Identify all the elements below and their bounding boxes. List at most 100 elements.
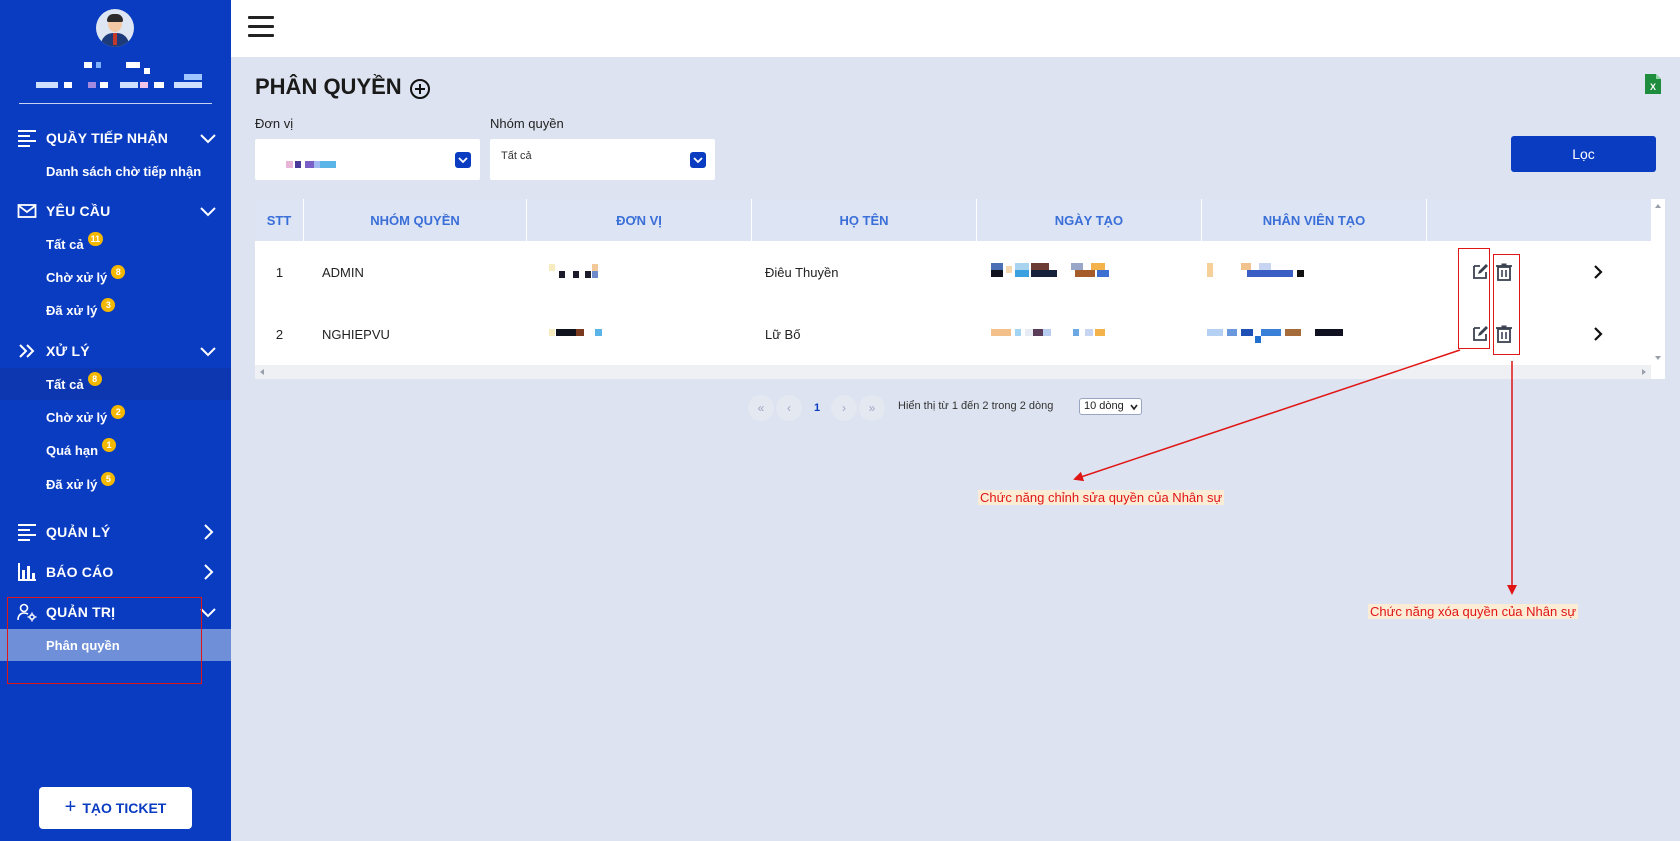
username-redacted bbox=[36, 62, 206, 90]
page-size-select[interactable]: 10 dòng bbox=[1079, 398, 1142, 415]
sidebar-divider bbox=[19, 103, 212, 104]
top-bar bbox=[231, 0, 1680, 57]
cell-name: Lữ Bố bbox=[765, 326, 801, 342]
list-icon bbox=[18, 524, 36, 541]
column-header-stt[interactable]: STT bbox=[255, 199, 304, 241]
column-header-don-vi[interactable]: ĐƠN VỊ bbox=[527, 199, 752, 241]
table-header: STT NHÓM QUYỀN ĐƠN VỊ HỌ TÊN NGÀY TẠO NH… bbox=[255, 199, 1651, 241]
page-size-value: 10 dòng bbox=[1084, 400, 1124, 412]
column-header-nhan-vien-tao[interactable]: NHÂN VIÊN TẠO bbox=[1202, 199, 1427, 241]
pagination-last-button[interactable]: » bbox=[859, 395, 885, 421]
unit-value-redacted bbox=[286, 161, 346, 168]
chevron-down-icon bbox=[1130, 404, 1138, 411]
cell-date-redacted bbox=[991, 263, 1116, 277]
cell-stt: 2 bbox=[275, 326, 284, 342]
count-badge: 1 bbox=[102, 438, 117, 452]
sidebar-item-yeu-cau-tat-ca[interactable]: Tất cả 11 bbox=[0, 228, 231, 260]
mail-icon bbox=[17, 204, 37, 218]
svg-text:X: X bbox=[1650, 82, 1656, 92]
sidebar-item-danh-sach-cho-tiep-nhan[interactable]: Danh sách chờ tiếp nhận bbox=[0, 155, 231, 187]
cell-name: Điêu Thuyền bbox=[765, 264, 839, 280]
cell-unit-redacted bbox=[549, 329, 605, 336]
column-header-ho-ten[interactable]: HỌ TÊN bbox=[752, 199, 977, 241]
create-ticket-button[interactable]: + TẠO TICKET bbox=[39, 787, 192, 829]
table-row[interactable]: 1 ADMIN Điêu Thuyền bbox=[255, 241, 1651, 303]
add-circle-icon[interactable] bbox=[409, 78, 431, 100]
chevron-down-icon[interactable] bbox=[455, 152, 471, 168]
cell-stt: 1 bbox=[275, 264, 284, 280]
plus-icon: + bbox=[64, 796, 77, 818]
bar-chart-icon bbox=[18, 563, 36, 581]
sidebar-item-label: Danh sách chờ tiếp nhận bbox=[46, 163, 202, 179]
group-select-value: Tất cả bbox=[501, 150, 532, 162]
cell-unit-redacted bbox=[549, 264, 601, 278]
count-badge: 8 bbox=[87, 372, 102, 386]
cell-creator-redacted bbox=[1207, 329, 1347, 343]
chevron-right-icon[interactable] bbox=[199, 523, 217, 541]
sidebar-section-bao-cao[interactable]: BÁO CÁO bbox=[0, 558, 231, 586]
annotation-box-delete bbox=[1493, 254, 1520, 355]
sidebar-section-quan-ly[interactable]: QUẢN LÝ bbox=[0, 518, 231, 546]
chevron-down-icon[interactable] bbox=[199, 342, 217, 360]
column-header-ngay-tao[interactable]: NGÀY TẠO bbox=[977, 199, 1202, 241]
unit-select[interactable] bbox=[255, 139, 480, 180]
avatar[interactable] bbox=[96, 9, 134, 47]
sidebar-section-label: YÊU CẦU bbox=[46, 203, 111, 219]
page-title: PHÂN QUYỀN bbox=[255, 74, 402, 99]
sidebar-item-xu-ly-cho-xu-ly[interactable]: Chờ xử lý 2 bbox=[0, 401, 231, 433]
column-header-actions bbox=[1427, 199, 1651, 241]
sidebar-item-xu-ly-qua-han[interactable]: Quá hạn 1 bbox=[0, 434, 231, 466]
chevron-down-icon[interactable] bbox=[690, 152, 706, 168]
sidebar-item-xu-ly-tat-ca[interactable]: Tất cả 8 bbox=[0, 368, 231, 400]
count-badge: 8 bbox=[111, 265, 126, 279]
double-chevron-right-icon bbox=[19, 344, 35, 358]
filter-button[interactable]: Lọc bbox=[1511, 136, 1656, 172]
group-select[interactable]: Tất cả bbox=[490, 139, 715, 180]
scroll-right-icon[interactable] bbox=[1640, 368, 1648, 376]
annotation-delete-note: Chức năng xóa quyền của Nhân sự bbox=[1368, 604, 1579, 619]
table-row[interactable]: 2 NGHIEPVU Lữ Bố bbox=[255, 303, 1651, 365]
excel-export-icon[interactable]: X bbox=[1644, 73, 1662, 95]
chevron-right-icon[interactable] bbox=[1591, 327, 1605, 341]
chevron-down-icon[interactable] bbox=[199, 202, 217, 220]
pagination-first-button[interactable]: « bbox=[748, 395, 774, 421]
pagination-next-button[interactable]: › bbox=[831, 395, 857, 421]
annotation-box-edit bbox=[1458, 248, 1490, 349]
sidebar-item-label: Tất cả bbox=[46, 376, 84, 392]
permissions-table: STT NHÓM QUYỀN ĐƠN VỊ HỌ TÊN NGÀY TẠO NH… bbox=[255, 199, 1665, 379]
sidebar-item-yeu-cau-cho-xu-ly[interactable]: Chờ xử lý 8 bbox=[0, 261, 231, 293]
sidebar-item-yeu-cau-da-xu-ly[interactable]: Đã xử lý 3 bbox=[0, 294, 231, 326]
sidebar-section-label: BÁO CÁO bbox=[46, 564, 114, 580]
cell-group: ADMIN bbox=[322, 264, 364, 280]
cell-creator-redacted bbox=[1207, 263, 1307, 277]
sidebar-section-label: QUẢN LÝ bbox=[46, 524, 111, 540]
count-badge: 11 bbox=[87, 232, 104, 246]
sidebar-item-label: Chờ xử lý bbox=[46, 269, 108, 285]
column-header-nhom-quyen[interactable]: NHÓM QUYỀN bbox=[304, 199, 527, 241]
scroll-left-icon[interactable] bbox=[258, 368, 266, 376]
chevron-right-icon[interactable] bbox=[1591, 265, 1605, 279]
cell-date-redacted bbox=[991, 329, 1111, 336]
vertical-scrollbar[interactable] bbox=[1651, 199, 1665, 365]
chevron-right-icon[interactable] bbox=[199, 563, 217, 581]
chevron-down-icon[interactable] bbox=[199, 129, 217, 147]
sidebar-section-xu-ly[interactable]: XỬ LÝ bbox=[0, 337, 231, 365]
horizontal-scrollbar[interactable] bbox=[255, 365, 1651, 379]
pagination-current-page[interactable]: 1 bbox=[804, 395, 830, 421]
list-icon bbox=[18, 130, 36, 147]
cell-group: NGHIEPVU bbox=[322, 326, 390, 342]
scroll-up-icon[interactable] bbox=[1654, 202, 1662, 210]
pagination-info: Hiển thị từ 1 đến 2 trong 2 dòng bbox=[898, 400, 1054, 412]
sidebar-item-label: Quá hạn bbox=[46, 442, 99, 458]
group-filter-label: Nhóm quyền bbox=[490, 116, 564, 131]
sidebar-section-yeu-cau[interactable]: YÊU CẦU bbox=[0, 197, 231, 225]
hamburger-menu-icon[interactable] bbox=[248, 16, 274, 38]
scroll-down-icon[interactable] bbox=[1654, 354, 1662, 362]
create-ticket-label: TẠO TICKET bbox=[82, 800, 167, 816]
sidebar-item-xu-ly-da-xu-ly[interactable]: Đã xử lý 5 bbox=[0, 468, 231, 500]
pagination-prev-button[interactable]: ‹ bbox=[776, 395, 802, 421]
sidebar: QUẦY TIẾP NHẬN Danh sách chờ tiếp nhận Y… bbox=[0, 0, 231, 841]
annotation-box-quan-tri bbox=[7, 597, 202, 684]
count-badge: 3 bbox=[101, 298, 116, 312]
sidebar-section-quay-tiep-nhan[interactable]: QUẦY TIẾP NHẬN bbox=[0, 124, 231, 152]
